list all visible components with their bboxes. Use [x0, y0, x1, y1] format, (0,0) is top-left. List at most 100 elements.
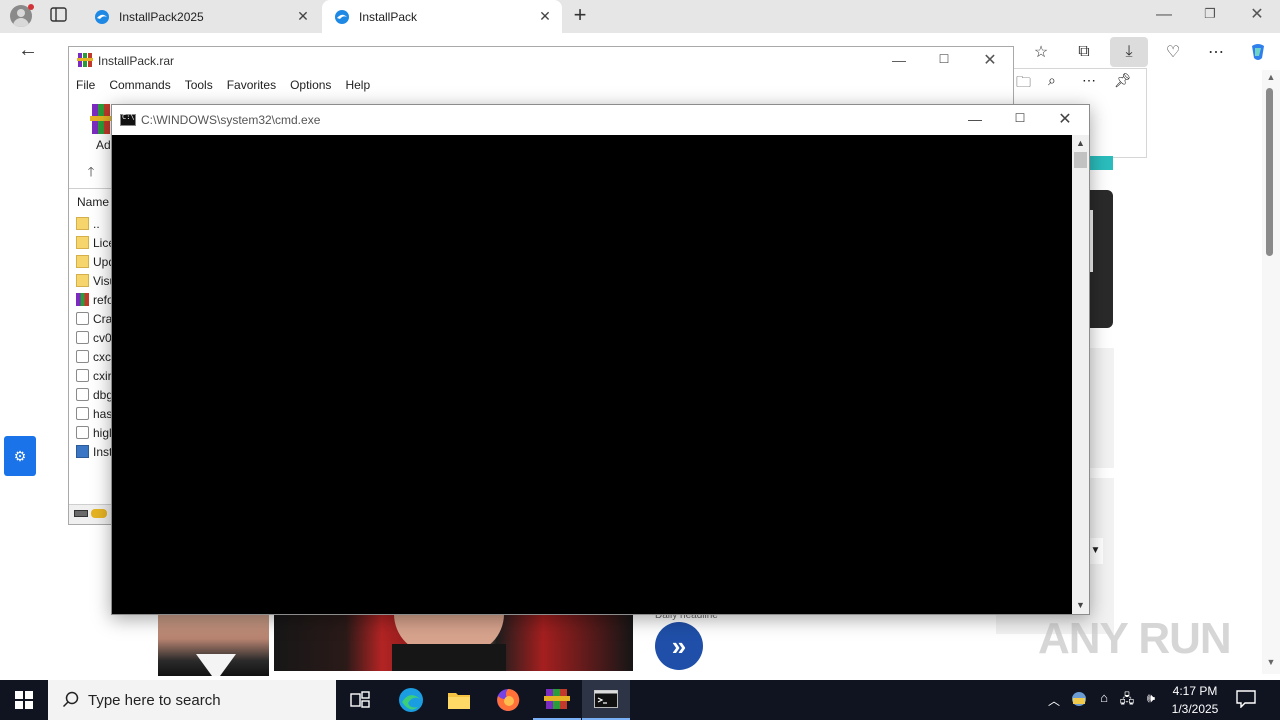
clock-time[interactable]: 4:17 PM	[1168, 684, 1222, 698]
add-archive-icon[interactable]	[90, 102, 112, 136]
taskbar-search-box[interactable]: Type here to search	[48, 680, 336, 720]
browser-tab[interactable]: InstallPack2025 ✕	[82, 0, 320, 33]
menu-favorites[interactable]: Favorites	[227, 78, 276, 96]
news-image[interactable]	[158, 614, 269, 676]
file-icon	[76, 407, 89, 420]
tab-close-icon[interactable]: ✕	[294, 8, 312, 25]
file-icon	[76, 331, 89, 344]
taskbar-firefox[interactable]	[484, 680, 532, 720]
application-icon	[76, 445, 89, 458]
notifications-icon[interactable]	[1236, 690, 1258, 710]
menu-tools[interactable]: Tools	[185, 78, 213, 96]
downloads-button[interactable]: ⤓	[1110, 37, 1148, 67]
dropdown-chevron-icon[interactable]: ▼	[1088, 538, 1103, 564]
cmd-minimize-button[interactable]: —	[964, 111, 986, 129]
file-icon	[76, 369, 89, 382]
list-item[interactable]: ..	[76, 214, 112, 233]
winrar-close-button[interactable]: ✕	[979, 50, 1001, 69]
window-close-button[interactable]: ✕	[1245, 4, 1269, 26]
tab-close-icon[interactable]: ✕	[536, 8, 554, 25]
folder-icon	[76, 274, 89, 287]
taskbar-edge[interactable]	[387, 680, 435, 720]
file-icon	[76, 388, 89, 401]
list-item[interactable]: higl	[76, 423, 112, 442]
menu-help[interactable]: Help	[345, 78, 370, 96]
file-icon	[76, 426, 89, 439]
settings-more-icon[interactable]: ⋯	[1203, 40, 1229, 64]
scroll-down-arrow-icon[interactable]: ▼	[1263, 657, 1279, 669]
file-icon	[76, 350, 89, 363]
browser-essentials-icon[interactable]: ♡	[1160, 40, 1186, 64]
cmd-app-icon	[120, 113, 136, 126]
new-tab-button[interactable]: +	[568, 4, 592, 28]
promo-banner	[1088, 156, 1113, 170]
clock-date[interactable]: 1/3/2025	[1168, 702, 1222, 716]
taskbar-file-explorer[interactable]	[435, 680, 483, 720]
list-item[interactable]: has	[76, 404, 112, 423]
collections-icon[interactable]: ⧉	[1071, 40, 1097, 64]
firefox-icon	[497, 688, 520, 711]
news-image[interactable]	[274, 614, 633, 671]
window-minimize-button[interactable]: —	[1152, 6, 1176, 26]
list-item[interactable]: refo	[76, 290, 112, 309]
scroll-down-arrow-icon[interactable]: ▼	[1074, 600, 1087, 612]
cmd-close-button[interactable]: ✕	[1054, 109, 1076, 129]
side-settings-button[interactable]: ⚙	[4, 436, 36, 476]
browser-tab-active[interactable]: InstallPack ✕	[322, 0, 562, 33]
cmd-title: C:\WINDOWS\system32\cmd.exe	[141, 113, 321, 127]
list-item[interactable]: cxc	[76, 347, 112, 366]
scroll-up-arrow-icon[interactable]: ▲	[1074, 138, 1087, 150]
page-scrollbar-thumb[interactable]	[1266, 88, 1273, 256]
list-item[interactable]: Lice	[76, 233, 112, 252]
cmd-scrollbar[interactable]	[1072, 135, 1089, 614]
winrar-menubar: File Commands Tools Favorites Options He…	[76, 78, 384, 96]
edge-favicon-icon	[335, 9, 349, 24]
open-folder-icon[interactable]: 🗀	[1016, 72, 1031, 97]
up-folder-icon[interactable]: 🡑	[84, 163, 98, 179]
cmd-maximize-button[interactable]: ☐	[1009, 111, 1031, 129]
tab-actions-icon[interactable]	[50, 7, 70, 25]
cmd-console-area[interactable]	[112, 135, 1072, 614]
column-header-name[interactable]: Name	[77, 195, 109, 209]
list-item[interactable]: Visu	[76, 271, 112, 290]
tray-overflow-chevron-icon[interactable]: ︿	[1046, 692, 1062, 708]
favorites-icon[interactable]: ☆	[1028, 40, 1054, 64]
device-tray-icon[interactable]: ⌂	[1095, 690, 1113, 710]
menu-file[interactable]: File	[76, 78, 95, 96]
list-item[interactable]: cxir	[76, 366, 112, 385]
menu-options[interactable]: Options	[290, 78, 331, 96]
winrar-maximize-button[interactable]: ☐	[933, 52, 955, 68]
security-tray-icon[interactable]	[1070, 690, 1088, 710]
add-button-label[interactable]: Ad	[96, 138, 111, 152]
volume-icon[interactable]: 🕪	[1142, 690, 1160, 710]
copilot-icon[interactable]	[1245, 40, 1271, 64]
winrar-title: InstallPack.rar	[98, 54, 175, 68]
next-chevron-button[interactable]: »	[655, 622, 703, 670]
list-item[interactable]: Inst	[76, 442, 112, 461]
list-item[interactable]: cv0	[76, 328, 112, 347]
rar-archive-icon	[76, 293, 89, 306]
task-view-icon	[350, 691, 370, 708]
winrar-minimize-button[interactable]: —	[888, 52, 910, 68]
back-button[interactable]: ←	[16, 40, 40, 62]
cmd-scrollbar-thumb[interactable]	[1074, 152, 1087, 168]
list-item[interactable]: Cra	[76, 309, 112, 328]
more-options-icon[interactable]: ⋯	[1082, 72, 1096, 89]
sidebar-card	[1088, 348, 1114, 468]
taskbar-winrar[interactable]	[533, 680, 581, 720]
window-restore-button[interactable]: ❐	[1198, 6, 1222, 26]
network-icon[interactable]: 🖧	[1118, 690, 1136, 710]
list-item[interactable]: Upd	[76, 252, 112, 271]
windows-logo-icon	[15, 691, 33, 709]
winrar-icon	[544, 689, 570, 709]
taskbar-cmd[interactable]	[582, 680, 630, 720]
start-button[interactable]	[0, 680, 48, 720]
folder-icon	[448, 693, 470, 709]
scroll-up-arrow-icon[interactable]: ▲	[1263, 72, 1279, 84]
menu-commands[interactable]: Commands	[109, 78, 170, 96]
key-icon	[91, 509, 107, 518]
pin-icon[interactable]: 📌︎	[1114, 72, 1132, 89]
task-view-button[interactable]	[336, 680, 384, 720]
search-downloads-icon[interactable]: ⌕	[1048, 72, 1056, 89]
list-item[interactable]: dbg	[76, 385, 112, 404]
